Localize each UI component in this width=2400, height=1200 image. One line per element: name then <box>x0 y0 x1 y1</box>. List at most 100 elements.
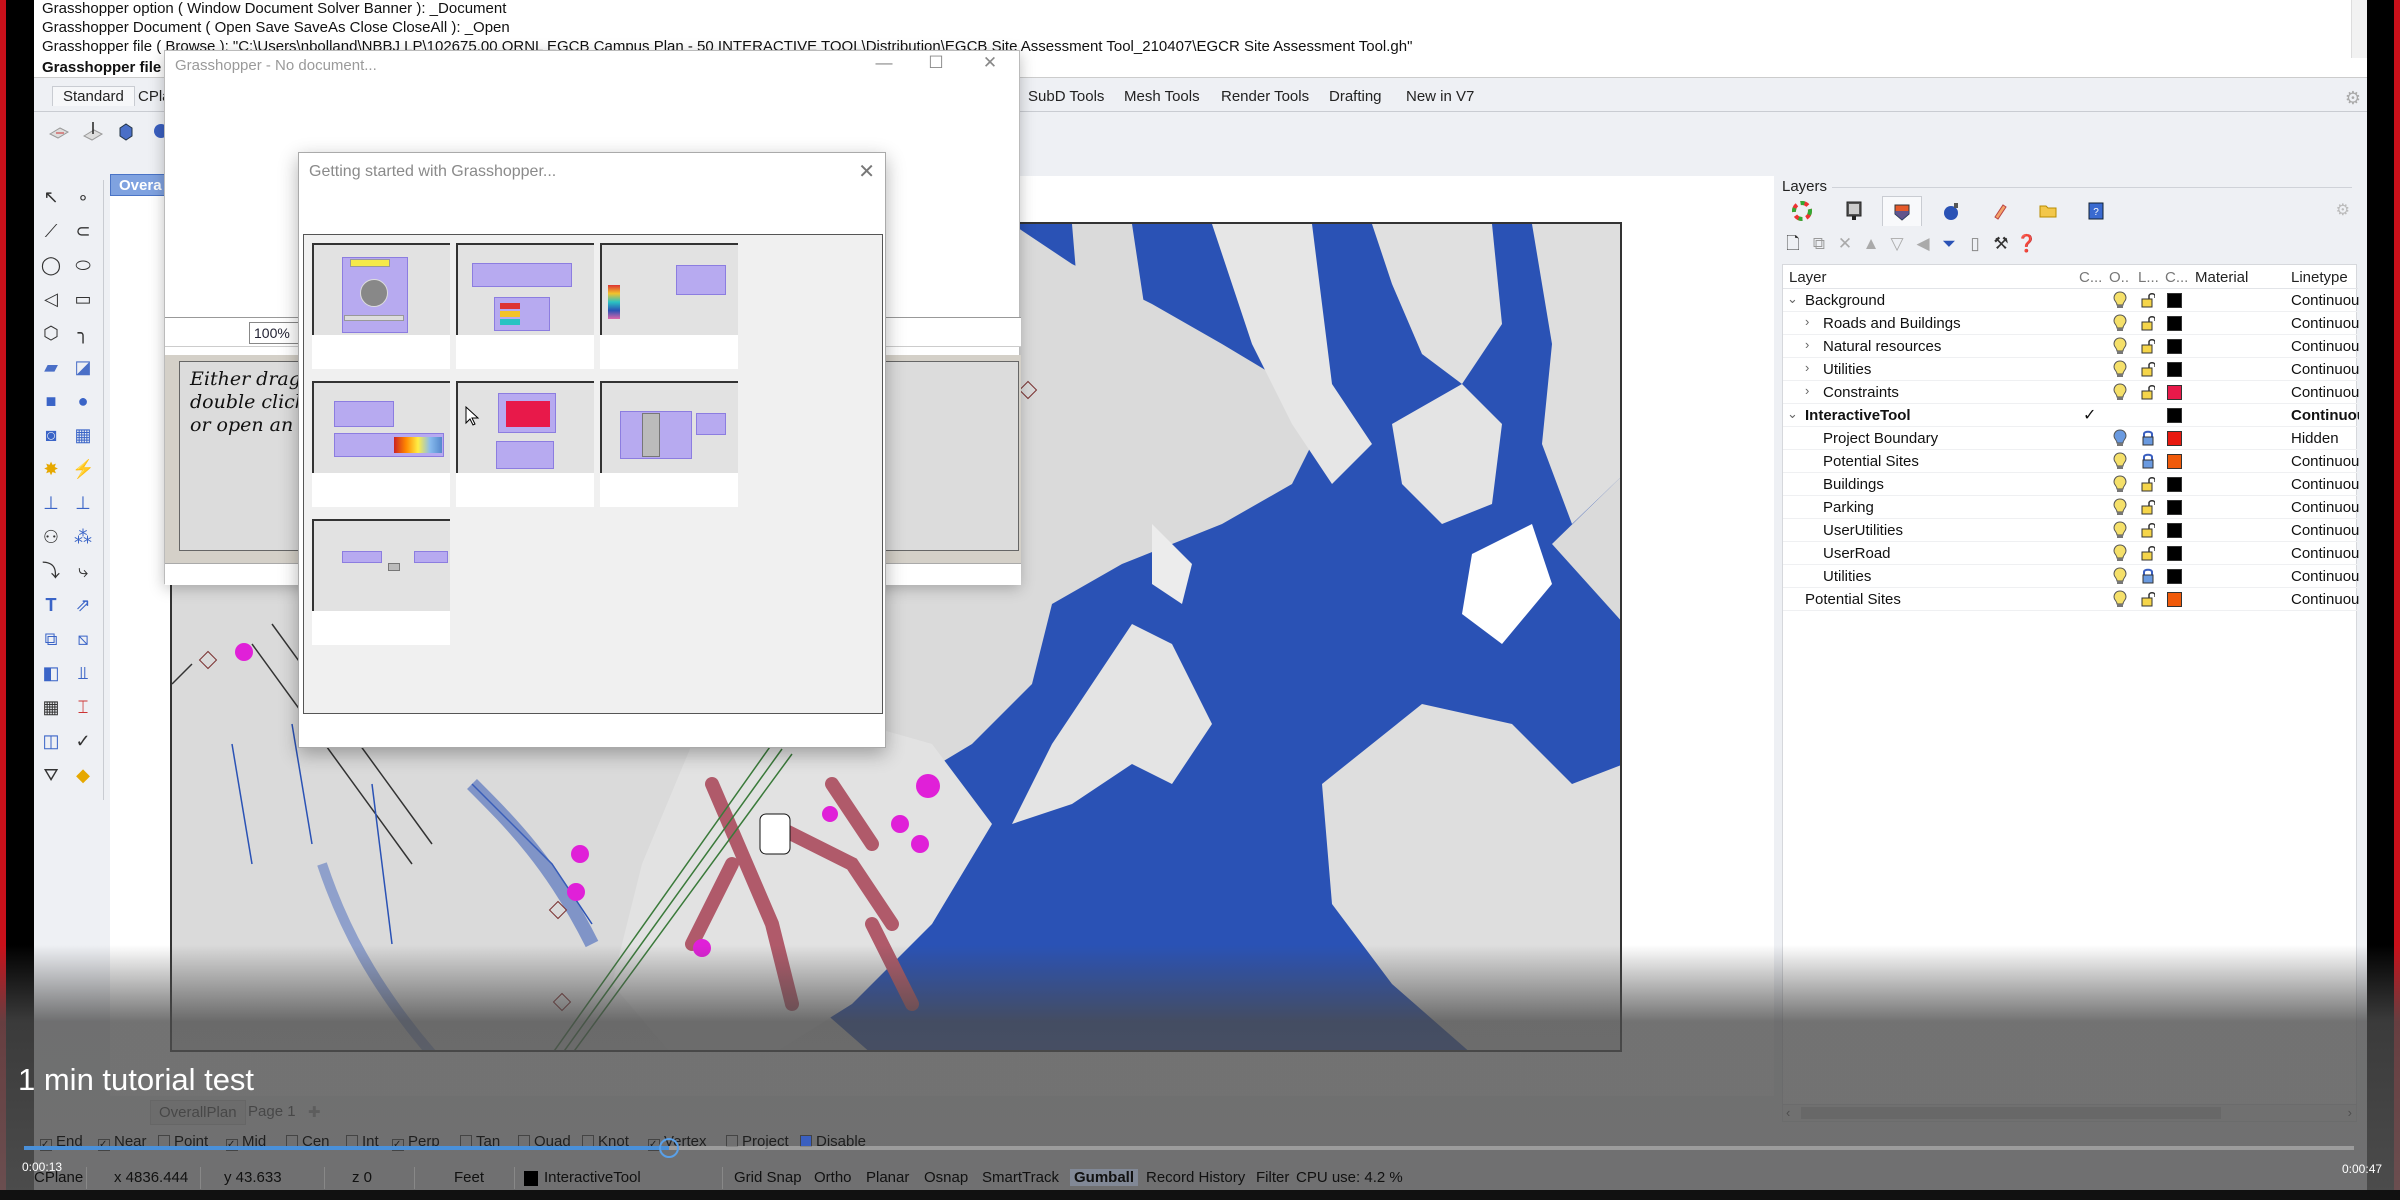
potential-site-marker[interactable] <box>571 845 589 863</box>
box-icon[interactable]: ■ <box>40 390 62 412</box>
lock-closed-icon[interactable] <box>2141 568 2155 584</box>
filter-icon[interactable]: ⏷ <box>1938 232 1960 256</box>
layer-states-icon[interactable]: ▯ <box>1964 232 1986 256</box>
gumball-toggle[interactable]: Gumball <box>1070 1169 1139 1186</box>
layer-row[interactable]: Potential Sites Continuous <box>1783 450 2359 473</box>
layer-name[interactable]: Buildings <box>1823 476 1884 493</box>
layer-linetype[interactable]: Continuous <box>2291 361 2359 378</box>
osnap-toggle[interactable]: Osnap <box>924 1169 968 1186</box>
record-history-toggle[interactable]: Record History <box>1146 1169 1245 1186</box>
tools-hammer-icon[interactable]: ⚒ <box>1990 232 2012 256</box>
example-thumbnail[interactable] <box>600 381 738 507</box>
chevron-down-icon[interactable]: ⌄ <box>1787 406 1798 422</box>
tab-subd-tools[interactable]: SubD Tools <box>1028 88 1104 105</box>
analyze-icon[interactable]: ◫ <box>40 730 62 752</box>
grid-snap-toggle[interactable]: Grid Snap <box>734 1169 802 1186</box>
lock-open-icon[interactable] <box>2141 292 2155 308</box>
curve-icon[interactable]: ⊂ <box>72 220 94 242</box>
layer-name[interactable]: UserRoad <box>1823 545 1891 562</box>
layer-row[interactable]: Project Boundary Hidden <box>1783 427 2358 450</box>
layer-row[interactable]: › Roads and Buildings Continuous <box>1783 312 2359 335</box>
status-cplane[interactable]: CPlane <box>34 1169 83 1186</box>
layer-linetype[interactable]: Continuous <box>2291 499 2359 516</box>
layer-name[interactable]: Background <box>1805 292 1885 309</box>
group-icon[interactable]: ⚇ <box>40 526 62 548</box>
tab-mesh-tools[interactable]: Mesh Tools <box>1124 88 1200 105</box>
layer-linetype[interactable]: Continuous <box>2291 476 2359 493</box>
layer-row[interactable]: Parking Continuous <box>1783 496 2359 519</box>
light-bulb-on-icon[interactable] <box>2113 383 2127 401</box>
layer-row[interactable]: Buildings Continuous <box>1783 473 2359 496</box>
help-icon[interactable]: ❓ <box>2016 232 2038 256</box>
layer-color-swatch[interactable] <box>2167 477 2182 492</box>
layer-linetype[interactable]: Continuous <box>2291 407 2359 424</box>
explode-icon[interactable]: ✸ <box>40 458 62 480</box>
cplane-elevation-icon[interactable] <box>82 120 104 142</box>
potential-site-marker[interactable] <box>916 774 940 798</box>
close-icon[interactable]: ✕ <box>858 159 875 184</box>
close-icon[interactable]: ✕ <box>975 53 1005 77</box>
column-color[interactable]: C... <box>2165 269 2188 286</box>
layer-linetype[interactable]: Continuous <box>2291 545 2359 562</box>
split-trim-icon[interactable]: ⊥ <box>72 492 94 514</box>
layer-row[interactable]: UserRoad Continuous <box>1783 542 2359 565</box>
example-thumbnail[interactable] <box>456 381 594 507</box>
trim-icon[interactable]: ⊥ <box>40 492 62 514</box>
lock-open-icon[interactable] <box>2141 315 2155 331</box>
command-history-scrollbar[interactable] <box>2351 0 2367 62</box>
minimize-icon[interactable]: — <box>869 53 899 77</box>
lock-closed-icon[interactable] <box>2141 453 2155 469</box>
column-material[interactable]: Material <box>2195 269 2248 286</box>
lock-open-icon[interactable] <box>2141 361 2155 377</box>
layer-name[interactable]: InteractiveTool <box>1805 407 1911 424</box>
move-icon[interactable]: ⇗ <box>72 594 94 616</box>
planar-toggle[interactable]: Planar <box>866 1169 909 1186</box>
status-current-layer[interactable]: InteractiveTool <box>544 1169 641 1186</box>
layer-name[interactable]: Natural resources <box>1823 338 1941 355</box>
circle-icon[interactable]: ◯ <box>40 254 62 276</box>
lock-open-icon[interactable] <box>2141 499 2155 515</box>
layer-linetype[interactable]: Hidden <box>2291 430 2359 447</box>
layer-color-swatch[interactable] <box>2167 431 2182 446</box>
points-on-icon[interactable]: ⁂ <box>72 526 94 548</box>
layer-row[interactable]: ⌄ InteractiveTool ✓ Continuous <box>1783 404 2359 427</box>
split-icon[interactable]: ⚡ <box>72 458 94 480</box>
tab-new-in-v7[interactable]: New in V7 <box>1406 88 1474 105</box>
layer-linetype[interactable]: Continuous <box>2291 568 2359 585</box>
layer-linetype[interactable]: Continuous <box>2291 338 2359 355</box>
boolean-union-icon[interactable]: ● <box>72 390 94 412</box>
lock-open-icon[interactable] <box>2141 384 2155 400</box>
light-bulb-on-icon[interactable] <box>2113 544 2127 562</box>
layer-color-swatch[interactable] <box>2167 293 2182 308</box>
column-linetype[interactable]: Linetype <box>2291 269 2348 286</box>
ortho-toggle[interactable]: Ortho <box>814 1169 852 1186</box>
video-progress-bar[interactable] <box>24 1138 2354 1158</box>
layer-name[interactable]: Utilities <box>1823 568 1871 585</box>
cylinder-icon[interactable]: ◙ <box>40 424 62 446</box>
layer-linetype[interactable]: Continuous <box>2291 453 2359 470</box>
fillet-icon[interactable]: ╮ <box>72 322 94 344</box>
light-bulb-on-icon[interactable] <box>2113 337 2127 355</box>
point-icon[interactable]: ∘ <box>72 186 94 208</box>
display-icon[interactable] <box>1834 196 1874 226</box>
block-icon[interactable]: ⧉ <box>40 628 62 650</box>
surface-corner-icon[interactable]: ▰ <box>40 356 62 378</box>
layer-name[interactable]: Potential Sites <box>1823 453 1919 470</box>
lock-open-icon[interactable] <box>2141 591 2155 607</box>
potential-site-marker[interactable] <box>567 883 585 901</box>
column-layer[interactable]: Layer <box>1789 269 1827 286</box>
layer-color-swatch[interactable] <box>2167 454 2182 469</box>
select-arrow-icon[interactable]: ↖ <box>40 186 62 208</box>
move-up-icon[interactable]: ▲ <box>1860 232 1882 256</box>
filter-toggle[interactable]: Filter <box>1256 1169 1289 1186</box>
layer-name[interactable]: UserUtilities <box>1823 522 1903 539</box>
tab-standard[interactable]: Standard <box>52 86 135 106</box>
layer-color-swatch[interactable] <box>2167 362 2182 377</box>
chevron-right-icon[interactable]: › <box>1805 337 1809 352</box>
layers-icon[interactable] <box>1882 196 1922 226</box>
example-thumbnail[interactable] <box>312 381 450 507</box>
potential-site-marker[interactable] <box>822 806 838 822</box>
panel-settings-gear-icon[interactable]: ⚙ <box>2336 200 2350 220</box>
layer-color-swatch[interactable] <box>2167 339 2182 354</box>
render-shapes-icon[interactable]: ⛛ <box>40 764 62 786</box>
